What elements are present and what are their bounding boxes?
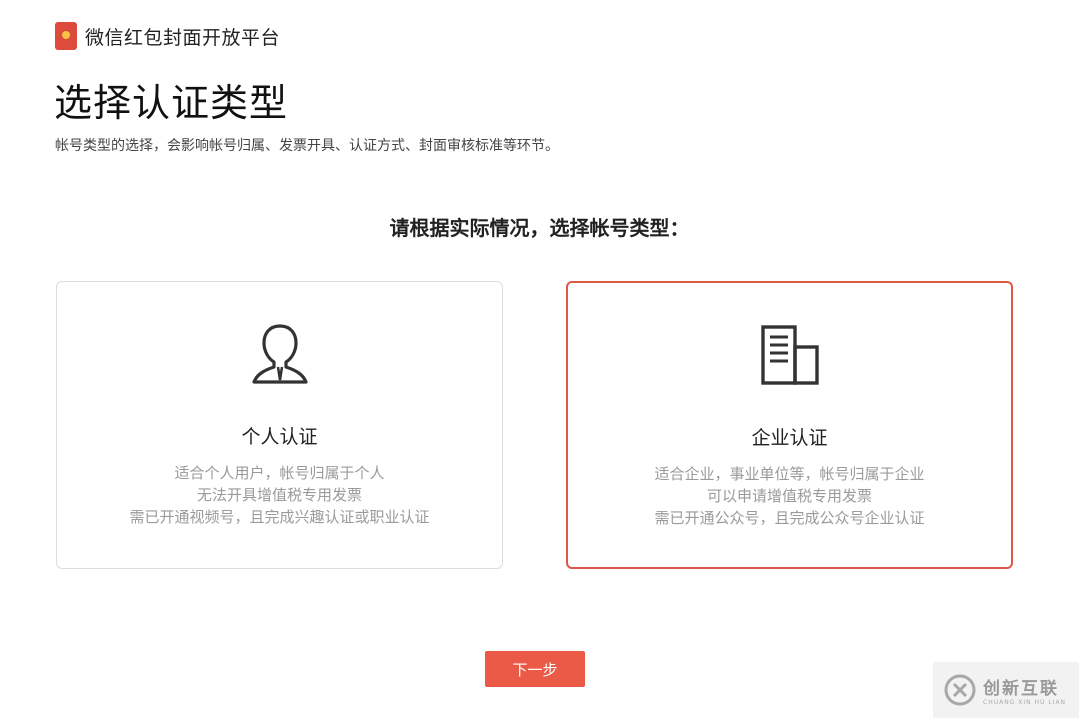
card-description: 适合企业，事业单位等，帐号归属于企业 可以申请增值税专用发票 需已开通公众号，且…: [568, 463, 1011, 529]
page-subtitle: 帐号类型的选择，会影响帐号归属、发票开具、认证方式、封面审核标准等环节。: [55, 138, 559, 154]
next-button[interactable]: 下一步: [485, 651, 585, 687]
selection-prompt: 请根据实际情况，选择帐号类型：: [389, 216, 690, 240]
red-envelope-logo-icon: [55, 22, 77, 50]
card-desc-line: 适合个人用户，帐号归属于个人: [174, 464, 385, 482]
building-icon: [568, 323, 1011, 389]
watermark: 创新互联 CHUANG XIN HU LIAN: [933, 662, 1079, 718]
card-title: 个人认证: [241, 426, 318, 448]
header: 微信红包封面开放平台: [55, 22, 280, 50]
card-title: 企业认证: [751, 427, 828, 449]
card-desc-line: 需已开通视频号，且完成兴趣认证或职业认证: [129, 508, 430, 526]
card-description: 适合个人用户，帐号归属于个人 无法开具增值税专用发票 需已开通视频号，且完成兴趣…: [57, 462, 502, 528]
page-title: 选择认证类型: [54, 81, 289, 125]
card-desc-line: 可以申请增值税专用发票: [706, 487, 872, 505]
card-desc-line: 需已开通公众号，且完成公众号企业认证: [654, 509, 925, 527]
brand-name: 微信红包封面开放平台: [85, 26, 281, 49]
watermark-text: 创新互联: [983, 679, 1059, 699]
personal-auth-card[interactable]: 个人认证 适合个人用户，帐号归属于个人 无法开具增值税专用发票 需已开通视频号，…: [56, 281, 503, 569]
person-icon: [57, 322, 502, 388]
card-desc-line: 适合企业，事业单位等，帐号归属于企业: [654, 465, 925, 483]
card-desc-line: 无法开具增值税专用发票: [196, 486, 362, 504]
watermark-subtext: CHUANG XIN HU LIAN: [983, 699, 1067, 706]
enterprise-auth-card[interactable]: 企业认证 适合企业，事业单位等，帐号归属于企业 可以申请增值税专用发票 需已开通…: [566, 281, 1013, 569]
chuangxin-logo-icon: [944, 674, 976, 706]
